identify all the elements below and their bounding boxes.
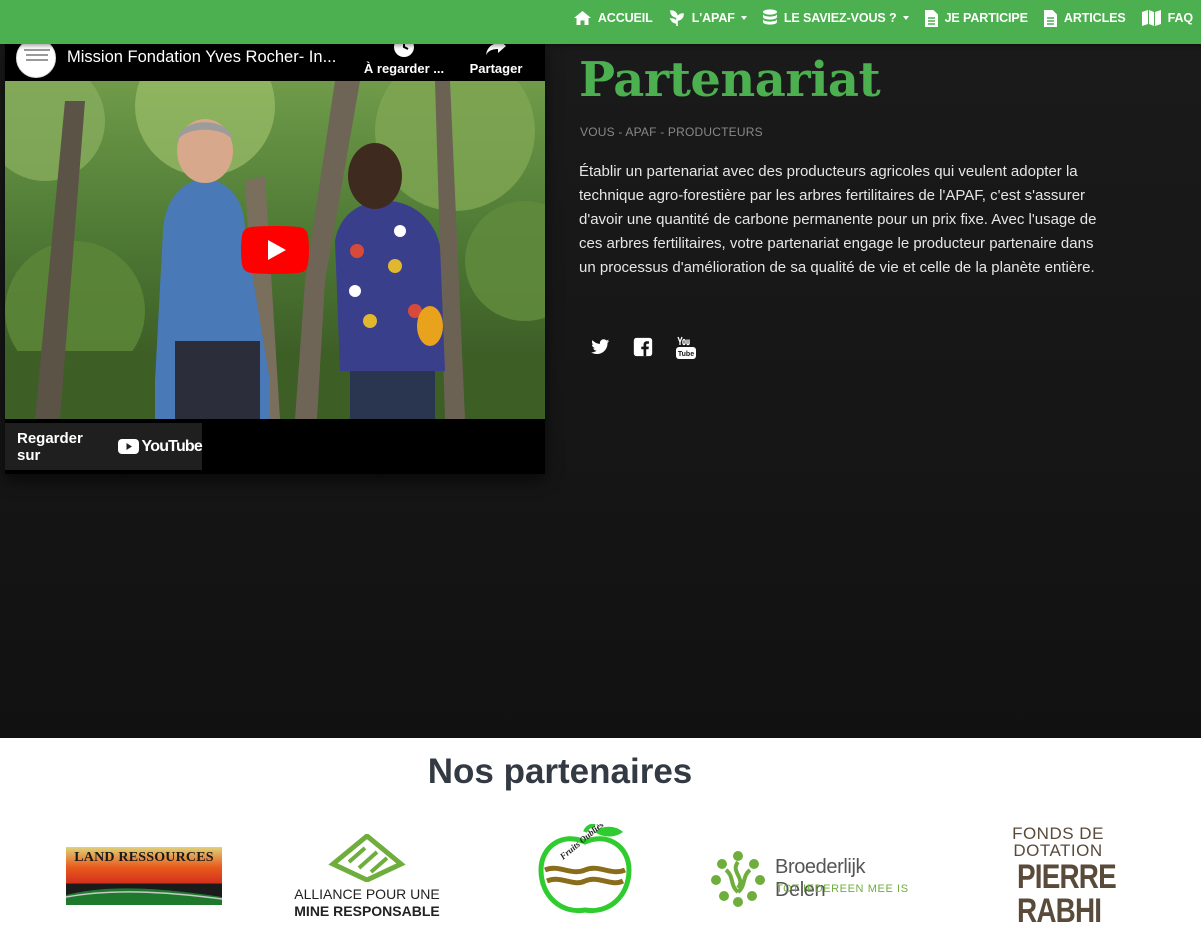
page-title: Partenariat [579,52,881,108]
nav-item-apaf[interactable]: L'APAF [668,9,747,27]
land-ressources-label: LAND RESSOURCES [74,850,214,865]
alliance-emblem-icon [328,834,406,882]
share-button[interactable]: Partager [454,44,538,76]
broederlijk-emblem-icon [711,851,765,907]
apple-emblem-icon: Fruits Oubliés Réseau [538,801,632,914]
nav-label: FAQ [1167,11,1194,25]
youtube-video-embed[interactable]: Mission Fondation Yves Rocher- In... À r… [5,44,545,474]
nav-label: JE PARTICIPE [944,11,1028,25]
fruits-oublies-logo[interactable]: Fruits Oubliés Réseau [533,801,637,920]
facebook-icon[interactable] [632,336,656,360]
nav-item-je-participe[interactable]: JE PARTICIPE [924,9,1028,28]
nav-item-faq[interactable]: FAQ [1141,9,1193,27]
youtube-icon[interactable]: Tube [675,336,699,360]
chevron-down-icon [902,16,909,20]
play-icon[interactable] [241,226,309,274]
nav-label: ACCUEIL [597,11,653,25]
watch-on-youtube-button[interactable]: Regarder sur YouTube [5,423,203,470]
share-label: Partager [469,61,523,76]
top-navbar: ACCUEIL L'APAF LE SAVIEZ-VOUS ? JE PARTI… [0,0,1201,44]
watch-on-label: Regarder sur [17,429,83,464]
nav-label: ARTICLES [1063,11,1126,25]
pierre-line4: RABHI [1017,892,1102,930]
map-icon [1141,10,1161,26]
nav-menu: ACCUEIL L'APAF LE SAVIEZ-VOUS ? JE PARTI… [558,0,1193,36]
share-icon [486,44,506,55]
clock-icon [394,44,414,57]
video-header: Mission Fondation Yves Rocher- In... À r… [5,44,545,81]
broederlijk-name: Broederlijk Delen [775,856,866,901]
video-title[interactable]: Mission Fondation Yves Rocher- In... [67,48,357,67]
document-icon [924,9,938,27]
nav-item-accueil[interactable]: ACCUEIL [573,10,653,26]
chevron-down-icon [740,16,747,20]
page-subtitle: VOUS - APAF - PRODUCTEURS [580,125,763,139]
document-icon [1043,9,1057,27]
broederlijk-tagline: TOT IEDEREEN MEE IS [776,883,909,895]
youtube-play-icon [117,439,139,454]
intro-paragraph: Établir un partenariat avec des producte… [579,163,1097,276]
nav-label: L'APAF [691,11,735,25]
leaf-icon [669,10,684,26]
broederlijk-delen-logo[interactable]: Broederlijk Delen TOT IEDEREEN MEE IS [708,846,918,908]
partners-section: Nos partenaires LAND RESSOURCES ALLIANCE… [0,738,1201,942]
nav-item-articles[interactable]: ARTICLES [1043,9,1126,28]
pierre-rabhi-logo[interactable]: FONDS DE DOTATION PIERRE RABHI [1008,822,1117,932]
land-ressources-logo[interactable]: LAND RESSOURCES [66,847,222,905]
nav-item-saviez-vous[interactable]: LE SAVIEZ-VOUS ? [762,9,909,27]
alliance-line2: MINE RESPONSABLE [294,903,440,919]
hero-section: Mission Fondation Yves Rocher- In... À r… [0,44,1201,738]
home-icon [573,11,591,25]
social-links: Tube [589,336,718,360]
database-icon [762,9,777,25]
alliance-mine-responsable-logo[interactable]: ALLIANCE POUR UNE MINE RESPONSABLE [282,834,452,924]
watch-later-button[interactable]: À regarder ... [362,44,446,76]
watch-later-label: À regarder ... [363,61,445,76]
svg-text:Tube: Tube [678,351,694,358]
twitter-icon[interactable] [589,336,613,360]
channel-avatar[interactable] [16,44,56,78]
alliance-line1: ALLIANCE POUR UNE [294,886,440,902]
partners-title: Nos partenaires [427,752,693,791]
nav-label: LE SAVIEZ-VOUS ? [783,11,897,25]
youtube-logo: YouTube [117,437,203,456]
youtube-wordmark: YouTube [141,437,203,455]
